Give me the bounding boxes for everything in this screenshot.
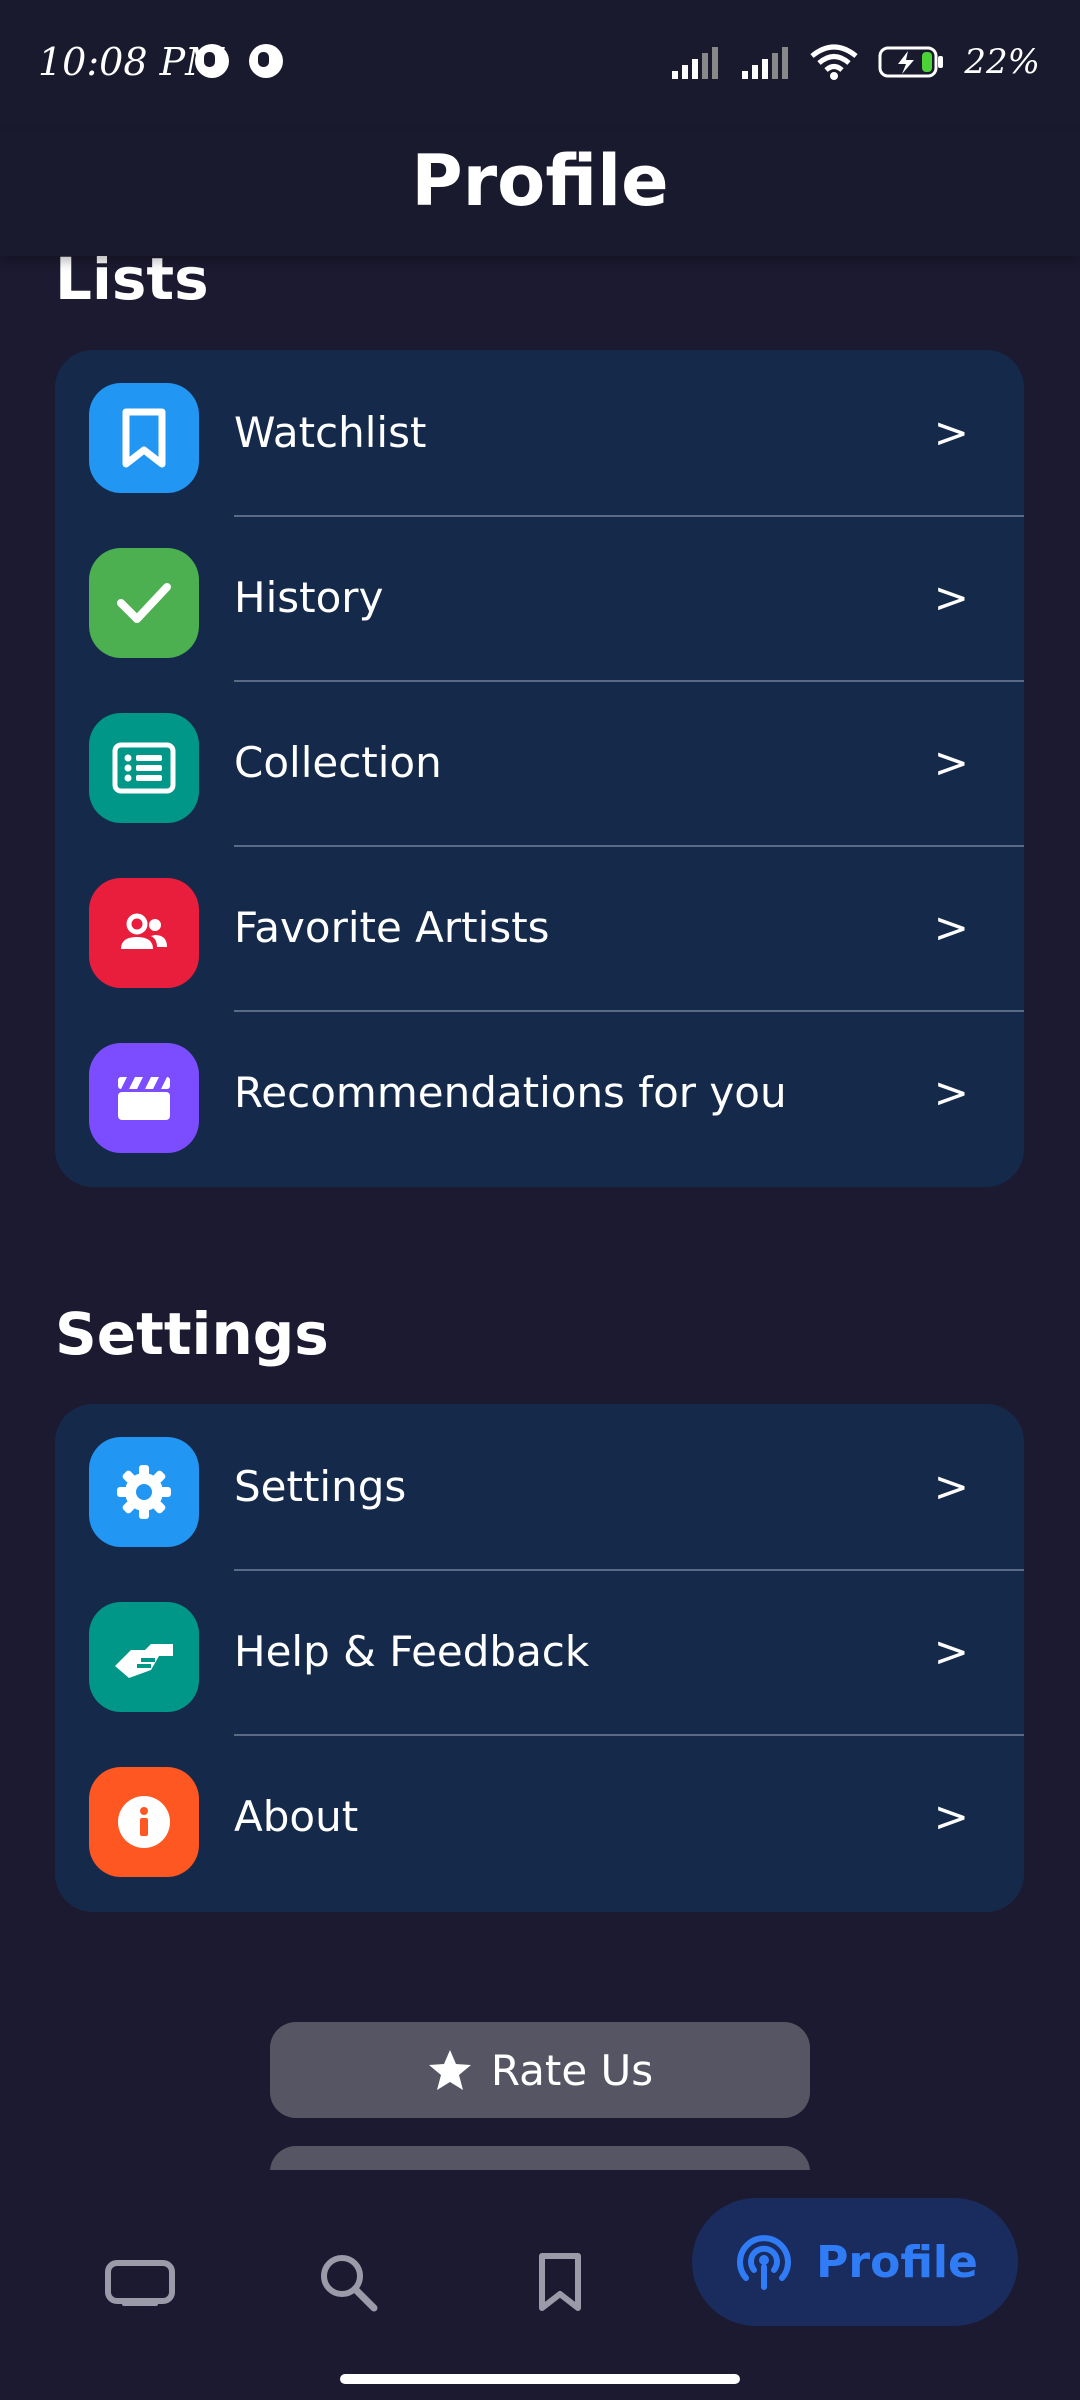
battery-percentage: 22% — [964, 42, 1040, 82]
chevron-right-icon: > — [933, 408, 969, 457]
app-header: Profile — [0, 130, 1080, 256]
list-item-collection[interactable]: Collection > — [55, 680, 1024, 845]
people-icon — [89, 878, 199, 988]
list-item-watchlist[interactable]: Watchlist > — [55, 350, 1024, 515]
gear-icon — [89, 1437, 199, 1547]
list-item-favorite-artists[interactable]: Favorite Artists > — [55, 845, 1024, 1010]
tv-icon[interactable] — [90, 2232, 190, 2332]
check-icon — [89, 548, 199, 658]
list-item-recommendations[interactable]: Recommendations for you > — [55, 1010, 1024, 1175]
settings-item-about[interactable]: About > — [55, 1734, 1024, 1899]
list-item-label: Recommendations for you — [234, 1068, 787, 1117]
settings-item-settings[interactable]: Settings > — [55, 1404, 1024, 1569]
info-icon — [89, 1767, 199, 1877]
list-item-label: History — [234, 573, 384, 622]
chevron-right-icon: > — [933, 1792, 969, 1841]
settings-section-title: Settings — [55, 1300, 329, 1368]
nav-item-profile[interactable]: Profile — [692, 2198, 1018, 2326]
settings-item-help-feedback[interactable]: Help & Feedback > — [55, 1569, 1024, 1734]
lists-card: Watchlist > History > Collection > Favor… — [55, 350, 1024, 1187]
chevron-right-icon: > — [933, 903, 969, 952]
list-item-label: Watchlist — [234, 408, 427, 457]
status-bar: 10:08 PM 22% — [0, 0, 1080, 130]
signal-icon — [672, 47, 719, 79]
bookmark-icon — [89, 383, 199, 493]
list-item-history[interactable]: History > — [55, 515, 1024, 680]
handshake-icon — [89, 1602, 199, 1712]
signal-icon — [742, 47, 789, 79]
list-item-label: Favorite Artists — [234, 903, 550, 952]
clapperboard-icon — [89, 1043, 199, 1153]
page-title: Profile — [411, 140, 669, 222]
battery-charging-icon — [878, 46, 944, 78]
notification-icon — [195, 44, 229, 78]
podcast-icon — [737, 2235, 792, 2290]
nav-item-profile-label: Profile — [816, 2236, 978, 2288]
notification-icon — [249, 44, 283, 78]
settings-item-label: Settings — [234, 1462, 407, 1511]
settings-item-label: Help & Feedback — [234, 1627, 590, 1676]
chevron-right-icon: > — [933, 1462, 969, 1511]
chevron-right-icon: > — [933, 738, 969, 787]
home-indicator[interactable] — [340, 2374, 740, 2384]
list-item-label: Collection — [234, 738, 442, 787]
search-icon[interactable] — [298, 2232, 398, 2332]
settings-item-label: About — [234, 1792, 359, 1841]
star-icon — [428, 2050, 471, 2090]
chevron-right-icon: > — [933, 1068, 969, 1117]
chevron-right-icon: > — [933, 1627, 969, 1676]
bookmark-icon[interactable] — [510, 2232, 610, 2332]
rate-us-label: Rate Us — [490, 2045, 654, 2095]
settings-card: Settings > Help & Feedback > About > — [55, 1404, 1024, 1912]
chevron-right-icon: > — [933, 573, 969, 622]
rate-us-button[interactable]: Rate Us — [270, 2022, 810, 2118]
wifi-icon — [810, 44, 859, 80]
bottom-nav: Profile — [0, 2170, 1080, 2400]
list-icon — [89, 713, 199, 823]
